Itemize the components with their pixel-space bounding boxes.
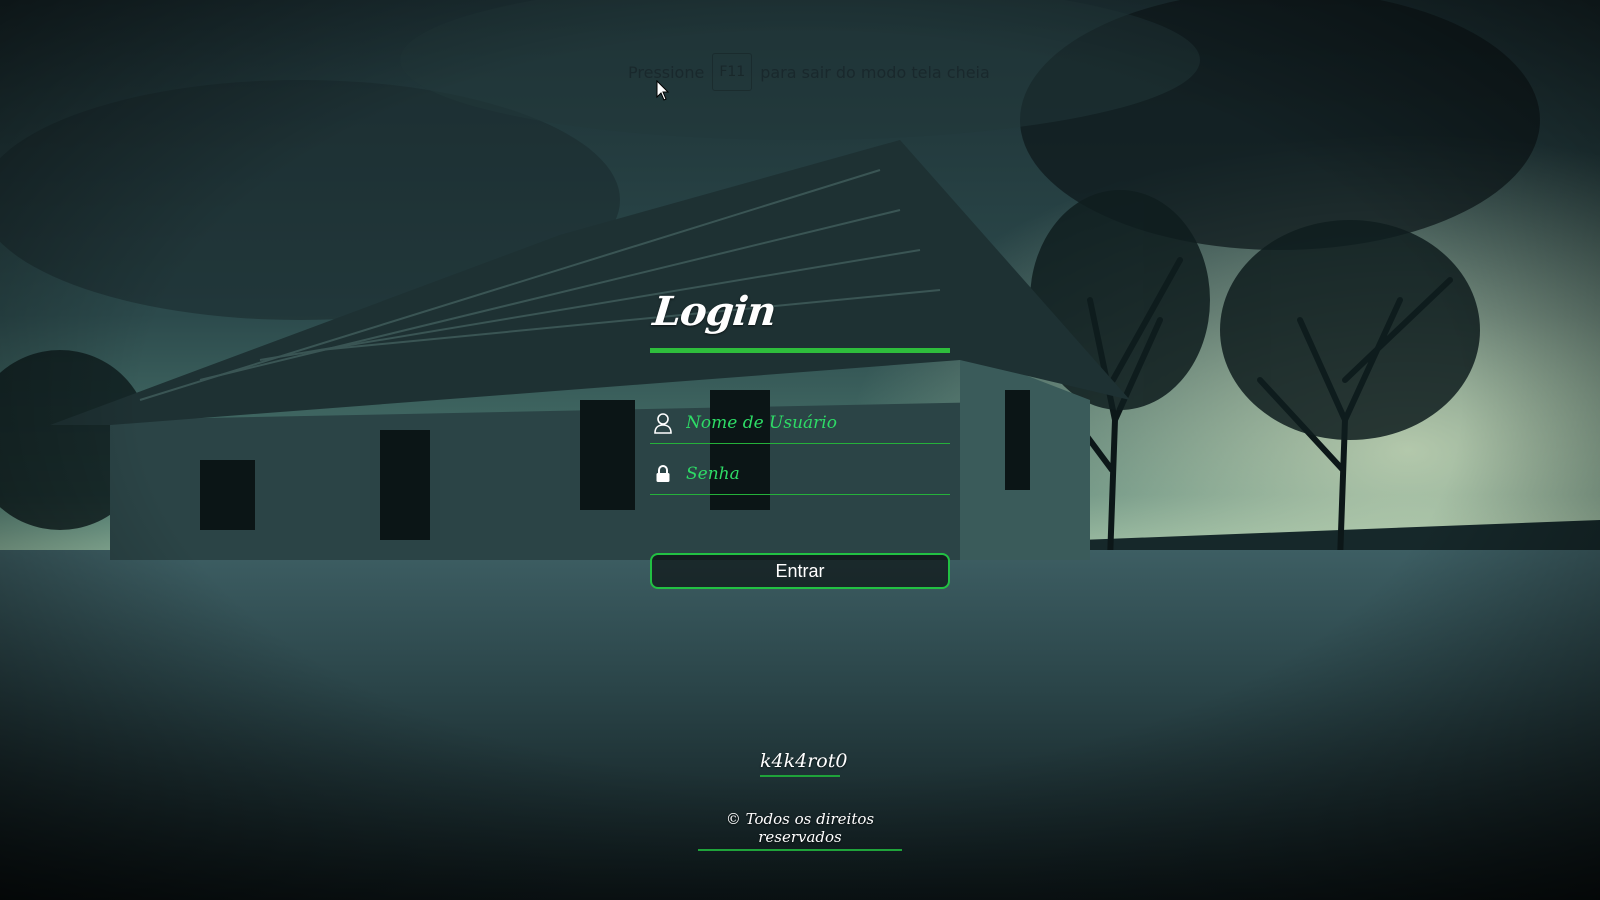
user-icon	[650, 411, 676, 435]
username-input[interactable]	[686, 413, 950, 433]
mouse-cursor-icon	[656, 80, 670, 101]
password-field	[650, 454, 950, 495]
login-submit-button[interactable]: Entrar	[650, 553, 950, 589]
fullscreen-hint-prefix: Pressione	[628, 62, 705, 82]
footer-copyright: © Todos os direitos reservados	[698, 810, 902, 851]
password-input[interactable]	[686, 464, 950, 484]
login-title: Login	[650, 288, 778, 335]
footer-author: k4k4rot0	[760, 750, 847, 777]
lock-icon	[650, 462, 676, 486]
username-field	[650, 403, 950, 444]
login-form: Login Entrar	[650, 282, 950, 589]
fullscreen-hint: Pressione F11 para sair do modo tela che…	[628, 52, 990, 92]
title-underline	[650, 348, 950, 353]
f11-key-badge: F11	[712, 53, 753, 91]
fullscreen-hint-suffix: para sair do modo tela cheia	[760, 62, 990, 82]
